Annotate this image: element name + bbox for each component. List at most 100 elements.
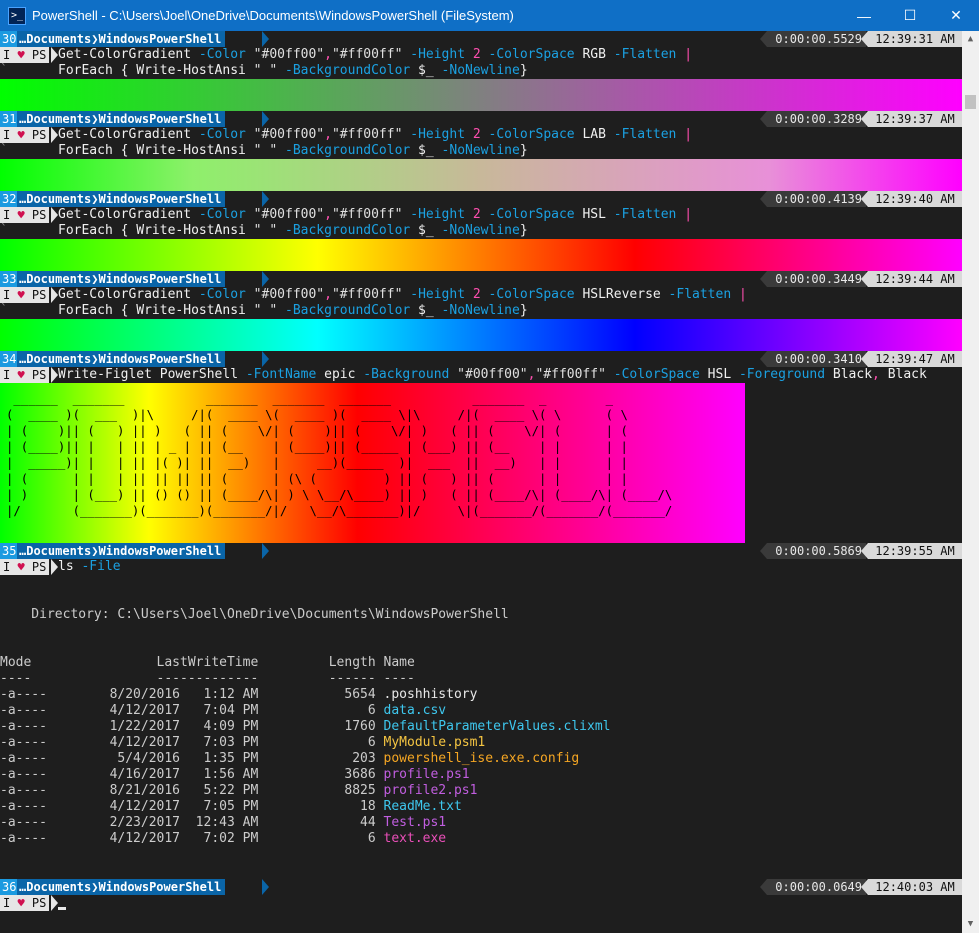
command-line[interactable]: Get-ColorGradient -Color "#00ff00","#ff0… bbox=[58, 287, 747, 303]
badge-text: I bbox=[3, 288, 18, 302]
token-str: "#00ff00" bbox=[449, 367, 528, 382]
directory-label: Directory: C:\Users\Joel\OneDrive\Docume… bbox=[0, 607, 509, 622]
prompt-header: 35 …Documents❯WindowsPowerShell 0:00:00.58… bbox=[0, 543, 962, 559]
token-arg: LAB bbox=[574, 127, 606, 142]
prompt-history-number: 35 bbox=[0, 543, 19, 559]
gradient-output-bar bbox=[0, 319, 962, 351]
token-op: | bbox=[676, 47, 693, 62]
command-continuation-line[interactable]: ForEach { Write-HostAnsi " " -Background… bbox=[58, 303, 528, 319]
gradient-output-bar bbox=[0, 159, 962, 191]
token-str: "#00ff00" bbox=[245, 287, 325, 302]
command-line[interactable]: ls -File bbox=[58, 559, 121, 575]
file-name[interactable]: Test.ps1 bbox=[384, 815, 447, 830]
file-name[interactable]: powershell_ise.exe.config bbox=[384, 751, 580, 766]
ps-badge-label: I ♥ PS bbox=[0, 367, 50, 383]
token-var: $_ bbox=[410, 223, 434, 238]
minimize-button[interactable]: — bbox=[841, 0, 887, 31]
file-row[interactable]: -a---- 4/12/2017 7:02 PM 6 text.exe bbox=[0, 831, 446, 847]
token-cmd: { bbox=[112, 303, 137, 318]
file-row[interactable]: -a---- 8/21/2016 5:22 PM 8825 profile2.p… bbox=[0, 783, 477, 799]
token-cmd: } bbox=[519, 143, 528, 158]
file-row[interactable]: -a---- 4/12/2017 7:05 PM 18 ReadMe.txt bbox=[0, 799, 462, 815]
file-name[interactable]: ReadMe.txt bbox=[384, 799, 462, 814]
command-continuation-line[interactable]: ForEach { Write-HostAnsi " " -Background… bbox=[58, 223, 528, 239]
token-num: 2 bbox=[465, 287, 481, 302]
file-name[interactable]: data.csv bbox=[384, 703, 447, 718]
file-row[interactable]: -a---- 4/16/2017 1:56 AM 3686 profile.ps… bbox=[0, 767, 470, 783]
badge-arrow-icon bbox=[51, 287, 58, 303]
token-cmd: Write-Figlet bbox=[58, 367, 152, 382]
token-cmd bbox=[191, 127, 199, 142]
listing-header: Mode LastWriteTime Length Name bbox=[0, 655, 415, 670]
file-row[interactable]: -a---- 1/22/2017 4:09 PM 1760 DefaultPar… bbox=[0, 719, 611, 735]
path-segment: Documents bbox=[26, 880, 92, 894]
token-str: "#ff00ff" bbox=[331, 207, 403, 222]
duration-arrow-icon bbox=[760, 543, 767, 559]
duration-arrow-icon bbox=[760, 879, 767, 895]
command-timestamp: 12:39:55 AM bbox=[868, 543, 962, 559]
command-line[interactable]: Get-ColorGradient -Color "#00ff00","#ff0… bbox=[58, 127, 692, 143]
token-cmd: } bbox=[519, 63, 528, 78]
token-cmd: Write-HostAnsi bbox=[136, 223, 246, 238]
file-name[interactable]: DefaultParameterValues.clixml bbox=[384, 719, 611, 734]
heart-icon: ♥ bbox=[17, 128, 25, 142]
time-arrow-icon bbox=[861, 271, 868, 287]
heart-icon: ♥ bbox=[17, 288, 25, 302]
path-segment: Documents bbox=[26, 272, 92, 286]
token-par: -NoNewline bbox=[433, 63, 520, 78]
file-row[interactable]: -a---- 8/20/2016 1:12 AM 5654 .poshhisto… bbox=[0, 687, 477, 703]
prompt-arrow-icon bbox=[262, 31, 269, 47]
prompt-history-number: 33 bbox=[0, 271, 19, 287]
token-op: , bbox=[324, 127, 332, 142]
token-str: " " bbox=[245, 143, 278, 158]
file-row[interactable]: -a---- 4/12/2017 7:04 PM 6 data.csv bbox=[0, 703, 446, 719]
maximize-button[interactable]: ☐ bbox=[887, 0, 933, 31]
command-line[interactable]: Write-Figlet PowerShell -FontName epic -… bbox=[58, 367, 927, 383]
file-row[interactable]: -a---- 4/12/2017 7:03 PM 6 MyModule.psm1 bbox=[0, 735, 485, 751]
token-str: "#ff00ff" bbox=[331, 127, 403, 142]
vertical-scrollbar[interactable]: ▲ ▼ bbox=[962, 31, 979, 933]
scroll-up-arrow-icon[interactable]: ▲ bbox=[962, 31, 979, 48]
path-segment: Documents bbox=[26, 544, 92, 558]
heart-icon: ♥ bbox=[17, 208, 25, 222]
token-str: "#ff00ff" bbox=[331, 47, 403, 62]
gradient-output-bar bbox=[0, 79, 962, 111]
scroll-down-arrow-icon[interactable]: ▼ bbox=[962, 916, 979, 933]
command-continuation-line[interactable]: ForEach { Write-HostAnsi " " -Background… bbox=[58, 63, 528, 79]
listing-header-rule: ---- ------------- ------ ---- bbox=[0, 671, 415, 686]
token-str: " " bbox=[245, 223, 278, 238]
command-line[interactable]: Get-ColorGradient -Color "#00ff00","#ff0… bbox=[58, 207, 692, 223]
token-str: "#ff00ff" bbox=[331, 287, 403, 302]
file-name[interactable]: MyModule.psm1 bbox=[384, 735, 486, 750]
file-attributes: -a---- 4/12/2017 7:03 PM 6 bbox=[0, 735, 384, 750]
token-par: -Height bbox=[402, 207, 466, 222]
file-name[interactable]: text.exe bbox=[384, 831, 447, 846]
console-output[interactable]: 30 …Documents❯WindowsPowerShell 0:00:00.55… bbox=[0, 31, 962, 933]
command-continuation-line[interactable]: ForEach { Write-HostAnsi " " -Background… bbox=[58, 143, 528, 159]
file-name[interactable]: .poshhistory bbox=[384, 687, 478, 702]
command-duration: 0:00:00.3289 bbox=[767, 111, 866, 127]
heart-icon: ♥ bbox=[17, 560, 25, 574]
minimize-icon: — bbox=[857, 7, 871, 24]
command-line[interactable]: Get-ColorGradient -Color "#00ff00","#ff0… bbox=[58, 47, 692, 63]
token-var: $_ bbox=[410, 63, 434, 78]
path-segment: Documents bbox=[26, 32, 92, 46]
path-segment: WindowsPowerShell bbox=[98, 544, 222, 558]
close-button[interactable]: ✕ bbox=[933, 0, 979, 31]
file-name[interactable]: profile.ps1 bbox=[384, 767, 470, 782]
ps-badge-label: I ♥ PS bbox=[0, 47, 50, 63]
file-name[interactable]: profile2.ps1 bbox=[384, 783, 478, 798]
token-str: "#00ff00" bbox=[245, 127, 325, 142]
file-row[interactable]: -a---- 2/23/2017 12:43 AM 44 Test.ps1 bbox=[0, 815, 446, 831]
prompt-arrow-icon bbox=[262, 191, 269, 207]
file-row[interactable]: -a---- 5/4/2016 1:35 PM 203 powershell_i… bbox=[0, 751, 579, 767]
prompt-history-number: 34 bbox=[0, 351, 19, 367]
ps-badge: I ♥ PS bbox=[0, 895, 60, 911]
scrollbar-thumb[interactable] bbox=[965, 95, 976, 109]
badge-text: I bbox=[3, 208, 18, 222]
path-segment: WindowsPowerShell bbox=[98, 32, 222, 46]
token-par: -Flatten bbox=[605, 127, 677, 142]
badge-ps: PS bbox=[24, 560, 47, 574]
token-str: " " bbox=[245, 63, 278, 78]
token-par: -ColorSpace bbox=[480, 207, 575, 222]
